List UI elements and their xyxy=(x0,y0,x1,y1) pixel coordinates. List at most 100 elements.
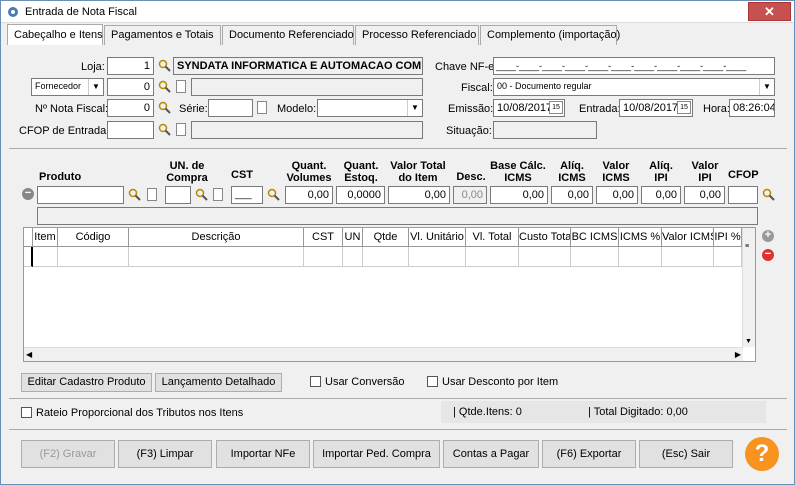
document-icon[interactable] xyxy=(257,101,267,114)
scroll-down-icon[interactable]: ▼ xyxy=(745,338,752,345)
table-cell[interactable] xyxy=(466,247,519,267)
hora-label: Hora: xyxy=(703,103,730,115)
column-header[interactable]: Custo Total xyxy=(519,228,571,247)
search-icon[interactable] xyxy=(128,188,141,201)
calendar-icon[interactable]: 15 xyxy=(549,101,563,114)
table-cell[interactable] xyxy=(571,247,619,267)
entrada-label: Entrada: xyxy=(579,103,621,115)
column-header[interactable]: ICMS % xyxy=(619,228,662,247)
column-header[interactable]: Código xyxy=(58,228,129,247)
valor-total-input[interactable]: 0,00 xyxy=(388,186,450,204)
gravar-button[interactable]: (F2) Gravar xyxy=(21,440,115,468)
document-icon[interactable] xyxy=(176,80,186,93)
cfop-item-input[interactable] xyxy=(728,186,758,204)
importar-pedido-button[interactable]: Importar Ped. Compra xyxy=(313,440,440,468)
column-header[interactable]: CST xyxy=(304,228,343,247)
hora-input[interactable]: 08:26:04 xyxy=(729,99,775,117)
modelo-select[interactable]: ▼ xyxy=(317,99,423,117)
minus-icon[interactable]: − xyxy=(22,188,34,200)
aliq-icms-input[interactable]: 0,00 xyxy=(551,186,593,204)
search-icon[interactable] xyxy=(267,188,280,201)
column-header[interactable]: Vl. Unitário xyxy=(409,228,466,247)
chave-label: Chave NF-e: xyxy=(435,61,498,73)
column-header[interactable]: Qtde xyxy=(363,228,409,247)
items-table[interactable]: Item Código Descrição CST UN Qtde Vl. Un… xyxy=(23,227,756,362)
table-cell[interactable] xyxy=(33,247,58,267)
cst-input[interactable]: ___ xyxy=(231,186,263,204)
sair-button[interactable]: (Esc) Sair xyxy=(639,440,733,468)
column-header[interactable]: Vl. Total xyxy=(466,228,519,247)
horizontal-scrollbar[interactable]: ◀ ▶ xyxy=(24,347,743,361)
search-icon[interactable] xyxy=(762,188,775,201)
quant-volumes-input[interactable]: 0,00 xyxy=(285,186,333,204)
search-icon[interactable] xyxy=(158,101,171,114)
aliq-ipi-input[interactable]: 0,00 xyxy=(641,186,681,204)
editar-cadastro-button[interactable]: Editar Cadastro Produto xyxy=(21,373,152,392)
calendar-icon[interactable]: 15 xyxy=(677,101,691,114)
tab-documento-referenciado[interactable]: Documento Referenciado xyxy=(222,25,354,45)
rateio-label: Rateio Proporcional dos Tributos nos Ite… xyxy=(36,407,244,419)
close-button[interactable]: ✕ xyxy=(748,2,791,21)
table-cell[interactable] xyxy=(58,247,129,267)
base-icms-input[interactable]: 0,00 xyxy=(490,186,548,204)
usar-desconto-checkbox[interactable] xyxy=(427,376,438,387)
table-cell[interactable] xyxy=(304,247,343,267)
contas-pagar-button[interactable]: Contas a Pagar xyxy=(443,440,539,468)
chave-nfe-input[interactable]: ____-____-____-____-____-____-____-____-… xyxy=(493,57,775,75)
table-cell[interactable] xyxy=(343,247,363,267)
produto-input[interactable] xyxy=(37,186,124,204)
search-icon[interactable] xyxy=(158,59,171,72)
table-cell[interactable] xyxy=(714,247,742,267)
tab-complemento[interactable]: Complemento (importação) xyxy=(480,25,620,45)
add-row-icon[interactable]: + xyxy=(762,230,774,242)
exportar-button[interactable]: (F6) Exportar xyxy=(542,440,636,468)
vertical-scrollbar[interactable]: ≡ ▼ xyxy=(742,228,755,347)
table-cell[interactable] xyxy=(363,247,409,267)
fiscal-select[interactable]: 00 - Documento regular ▼ xyxy=(493,78,775,96)
fiscal-label: Fiscal: xyxy=(461,82,493,94)
nf-number-input[interactable]: 0 xyxy=(107,99,154,117)
tab-pagamentos[interactable]: Pagamentos e Totais xyxy=(104,25,221,45)
valor-icms-input[interactable]: 0,00 xyxy=(596,186,638,204)
search-icon[interactable] xyxy=(158,80,171,93)
un-compra-input[interactable] xyxy=(165,186,191,204)
partner-type-select[interactable]: Fornecedor ▼ xyxy=(31,78,104,96)
usar-conversao-checkbox[interactable] xyxy=(310,376,321,387)
column-header[interactable]: Descrição xyxy=(129,228,304,247)
remove-row-icon[interactable]: − xyxy=(762,249,774,261)
search-icon[interactable] xyxy=(195,188,208,201)
document-icon[interactable] xyxy=(176,123,186,136)
table-cell[interactable] xyxy=(619,247,662,267)
rateio-checkbox[interactable] xyxy=(21,407,32,418)
table-cell[interactable] xyxy=(662,247,714,267)
document-icon[interactable] xyxy=(213,188,223,201)
importar-nfe-button[interactable]: Importar NFe xyxy=(216,440,310,468)
tab-processo-referenciado[interactable]: Processo Referenciado xyxy=(355,25,479,45)
limpar-button[interactable]: (F3) Limpar xyxy=(118,440,212,468)
quant-estoq-input[interactable]: 0,0000 xyxy=(336,186,385,204)
lancamento-detalhado-button[interactable]: Lançamento Detalhado xyxy=(155,373,282,392)
column-header[interactable]: BC ICMS xyxy=(571,228,619,247)
nf-label: Nº Nota Fiscal: xyxy=(35,103,109,115)
document-icon[interactable] xyxy=(147,188,157,201)
column-header[interactable]: UN xyxy=(343,228,363,247)
table-cell[interactable] xyxy=(129,247,304,267)
cfop-input[interactable] xyxy=(107,121,154,139)
search-icon[interactable] xyxy=(158,123,171,136)
table-row[interactable] xyxy=(24,247,33,267)
column-header[interactable]: Valor ICMS xyxy=(662,228,714,247)
scroll-left-icon[interactable]: ◀ xyxy=(26,350,32,359)
scroll-right-icon[interactable]: ▶ xyxy=(735,350,741,359)
situacao-label: Situação: xyxy=(446,125,492,137)
table-cell[interactable] xyxy=(409,247,466,267)
column-header[interactable]: Item xyxy=(33,228,58,247)
partner-input[interactable]: 0 xyxy=(107,78,154,96)
serie-input[interactable] xyxy=(208,99,253,117)
column-header[interactable]: IPI % xyxy=(714,228,742,247)
valor-ipi-input[interactable]: 0,00 xyxy=(684,186,725,204)
loja-input[interactable]: 1 xyxy=(107,57,154,75)
produto-header: Produto xyxy=(39,171,82,183)
tab-cabecalho[interactable]: Cabeçalho e Itens xyxy=(7,24,103,45)
help-icon[interactable]: ? xyxy=(745,437,779,471)
table-cell[interactable] xyxy=(519,247,571,267)
